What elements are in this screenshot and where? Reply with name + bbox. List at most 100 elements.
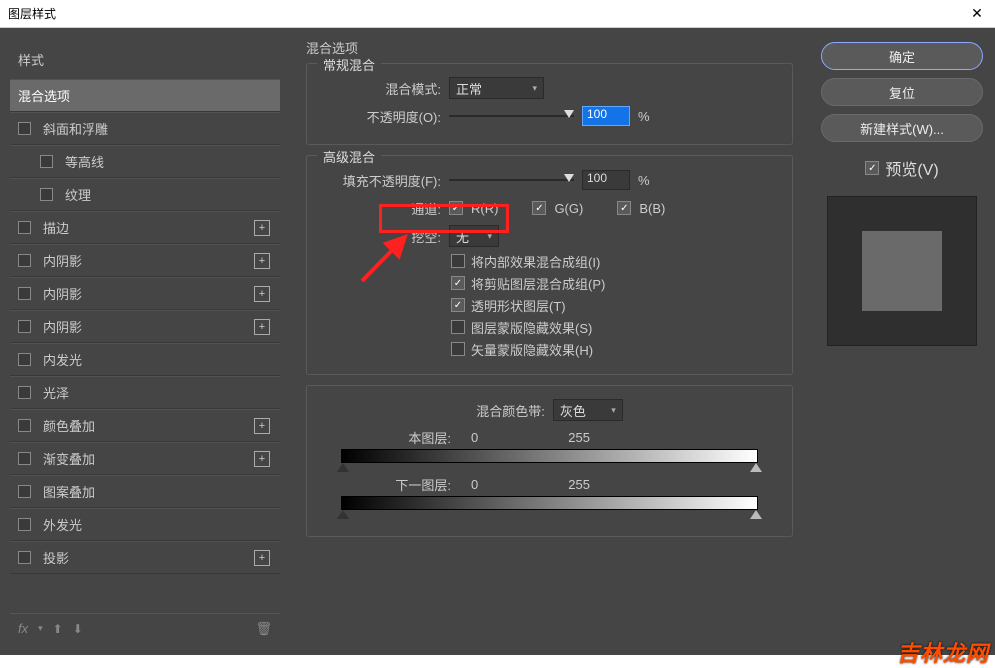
blend-if-label: 混合颜色带:: [476, 401, 545, 420]
channel-g-checkbox[interactable]: [532, 201, 546, 215]
add-effect-icon[interactable]: +: [254, 286, 270, 302]
adv-opt-label-0: 将内部效果混合成组(I): [471, 252, 600, 271]
adv-opt-checkbox-3[interactable]: [451, 320, 465, 334]
style-item-3[interactable]: 纹理: [10, 178, 280, 211]
adv-opt-checkbox-4[interactable]: [451, 342, 465, 356]
close-button[interactable]: ✕: [967, 4, 987, 24]
style-item-12[interactable]: 图案叠加: [10, 475, 280, 508]
preview-checkbox[interactable]: [865, 161, 879, 175]
style-checkbox[interactable]: [18, 551, 31, 564]
advanced-blending-group: 高级混合 填充不透明度(F): 100 % 通道: R(R) G(G) B(B)…: [306, 155, 793, 375]
opacity-label: 不透明度(O):: [321, 107, 441, 126]
move-up-icon[interactable]: ⬆: [53, 622, 63, 636]
sidebar-footer: fx ▾ ⬆ ⬇ 🗑: [10, 613, 280, 643]
style-item-label: 颜色叠加: [43, 416, 95, 435]
style-checkbox[interactable]: [18, 386, 31, 399]
trash-icon[interactable]: 🗑: [255, 621, 272, 637]
preview-toggle[interactable]: 预览(V): [821, 156, 983, 180]
add-effect-icon[interactable]: +: [254, 253, 270, 269]
this-layer-gradient[interactable]: [341, 449, 758, 463]
adv-opt-checkbox-2[interactable]: [451, 298, 465, 312]
titlebar: 图层样式 ✕: [0, 0, 995, 28]
style-item-label: 等高线: [65, 152, 104, 171]
style-item-label: 图案叠加: [43, 482, 95, 501]
style-item-11[interactable]: 渐变叠加+: [10, 442, 280, 475]
style-item-label: 斜面和浮雕: [43, 119, 108, 138]
ok-button[interactable]: 确定: [821, 42, 983, 70]
chevron-down-icon: ▾: [532, 83, 537, 94]
adv-opt-label-4: 矢量蒙版隐藏效果(H): [471, 340, 593, 359]
style-item-13[interactable]: 外发光: [10, 508, 280, 541]
channel-r-label: R(R): [471, 201, 498, 216]
style-checkbox[interactable]: [18, 353, 31, 366]
blend-mode-select[interactable]: 正常 ▾: [449, 77, 544, 99]
general-legend: 常规混合: [317, 55, 381, 74]
this-layer-label: 本图层:: [381, 428, 451, 447]
add-effect-icon[interactable]: +: [254, 418, 270, 434]
style-item-8[interactable]: 内发光: [10, 343, 280, 376]
style-item-label: 描边: [43, 218, 69, 237]
styles-sidebar: 样式 混合选项斜面和浮雕等高线纹理描边+内阴影+内阴影+内阴影+内发光光泽颜色叠…: [0, 28, 290, 655]
channel-g-label: G(G): [554, 201, 583, 216]
add-effect-icon[interactable]: +: [254, 319, 270, 335]
style-item-6[interactable]: 内阴影 +: [10, 277, 280, 310]
style-item-14[interactable]: 投影+: [10, 541, 280, 574]
adv-opt-checkbox-0[interactable]: [451, 254, 465, 268]
watermark: 吉林龙网: [897, 636, 989, 668]
channel-r-checkbox[interactable]: [449, 201, 463, 215]
add-effect-icon[interactable]: +: [254, 550, 270, 566]
move-down-icon[interactable]: ⬇: [73, 622, 83, 636]
style-checkbox[interactable]: [18, 419, 31, 432]
main-panel: 混合选项 常规混合 混合模式: 正常 ▾ 不透明度(O): 100 %: [290, 28, 809, 655]
style-checkbox[interactable]: [18, 287, 31, 300]
knockout-label: 挖空:: [321, 227, 441, 246]
style-item-label: 内阴影: [43, 284, 82, 303]
add-effect-icon[interactable]: +: [254, 220, 270, 236]
style-item-1[interactable]: 斜面和浮雕: [10, 112, 280, 145]
style-item-9[interactable]: 光泽: [10, 376, 280, 409]
style-checkbox[interactable]: [18, 518, 31, 531]
layer-style-dialog: 图层样式 ✕ 样式 混合选项斜面和浮雕等高线纹理描边+内阴影+内阴影+内阴影+内…: [0, 0, 995, 655]
style-checkbox[interactable]: [18, 452, 31, 465]
style-item-4[interactable]: 描边 +: [10, 211, 280, 244]
style-checkbox[interactable]: [40, 188, 53, 201]
new-style-button[interactable]: 新建样式(W)...: [821, 114, 983, 142]
blend-if-select[interactable]: 灰色 ▾: [553, 399, 623, 421]
style-item-10[interactable]: 颜色叠加 +: [10, 409, 280, 442]
style-item-label: 光泽: [43, 383, 69, 402]
preview-swatch: [862, 231, 942, 311]
channels-label: 通道:: [321, 199, 441, 218]
style-checkbox[interactable]: [18, 320, 31, 333]
style-item-label: 混合选项: [18, 86, 70, 105]
knockout-select[interactable]: 无 ▾: [449, 225, 499, 247]
fx-menu[interactable]: fx: [18, 621, 28, 636]
cancel-button[interactable]: 复位: [821, 78, 983, 106]
fill-opacity-slider[interactable]: [449, 179, 574, 181]
style-item-5[interactable]: 内阴影 +: [10, 244, 280, 277]
opacity-input[interactable]: 100: [582, 106, 630, 126]
fill-opacity-input[interactable]: 100: [582, 170, 630, 190]
channel-b-checkbox[interactable]: [617, 201, 631, 215]
under-layer-gradient[interactable]: [341, 496, 758, 510]
blend-mode-label: 混合模式:: [321, 79, 441, 98]
style-item-7[interactable]: 内阴影+: [10, 310, 280, 343]
general-blending-group: 常规混合 混合模式: 正常 ▾ 不透明度(O): 100 %: [306, 63, 793, 145]
style-checkbox[interactable]: [40, 155, 53, 168]
add-effect-icon[interactable]: +: [254, 451, 270, 467]
style-checkbox[interactable]: [18, 254, 31, 267]
advanced-options-list: 将内部效果混合成组(I)将剪贴图层混合成组(P)透明形状图层(T)图层蒙版隐藏效…: [321, 250, 778, 360]
style-item-2[interactable]: 等高线: [10, 145, 280, 178]
advanced-legend: 高级混合: [317, 147, 381, 166]
adv-opt-label-2: 透明形状图层(T): [471, 296, 566, 315]
sidebar-heading: 样式: [10, 40, 280, 79]
style-checkbox[interactable]: [18, 485, 31, 498]
style-item-label: 纹理: [65, 185, 91, 204]
style-checkbox[interactable]: [18, 221, 31, 234]
preview-label: 预览(V): [885, 156, 938, 180]
style-checkbox[interactable]: [18, 122, 31, 135]
style-item-0[interactable]: 混合选项: [10, 79, 280, 112]
style-item-label: 内阴影: [43, 251, 82, 270]
opacity-slider[interactable]: [449, 115, 574, 117]
adv-opt-checkbox-1[interactable]: [451, 276, 465, 290]
fill-opacity-label: 填充不透明度(F):: [321, 171, 441, 190]
